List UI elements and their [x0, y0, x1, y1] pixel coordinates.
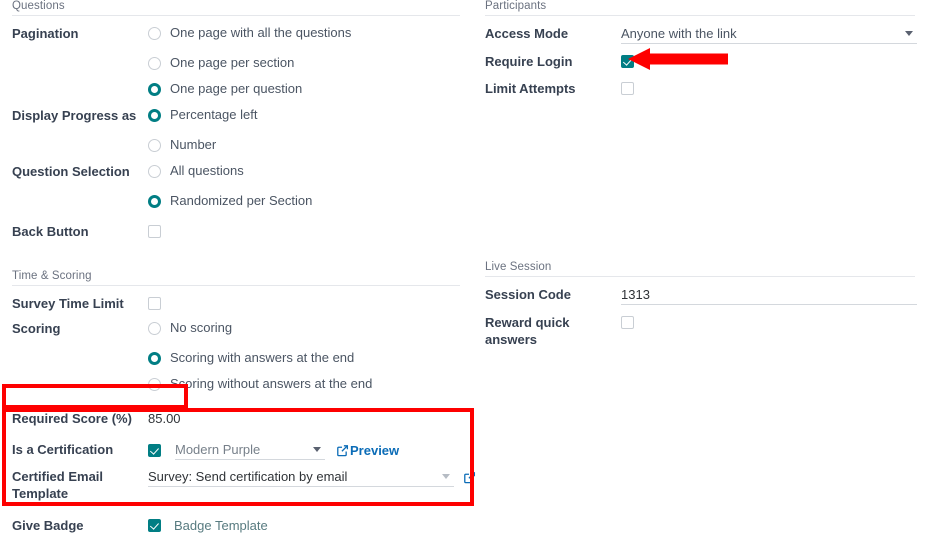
field-back-button: Back Button — [12, 222, 460, 248]
option-randomized-per-section: Randomized per Section — [12, 188, 460, 214]
option-scoring-without-answers: Scoring without answers at the end — [12, 371, 460, 397]
radio-label-randomized-per-section: Randomized per Section — [170, 193, 313, 208]
radio-randomized-per-section[interactable] — [148, 194, 161, 208]
badge-template-label[interactable]: Badge Template — [174, 518, 268, 533]
radio-label-scoring-without-answers-at-end: Scoring without answers at the end — [170, 376, 373, 391]
external-link-icon — [463, 471, 476, 484]
field-pagination: Pagination One page with all the questio… — [12, 24, 460, 50]
field-scoring: Scoring No scoring — [12, 319, 460, 345]
dropdown-certification-template[interactable]: Modern Purple — [175, 440, 325, 460]
option-one-page-per-question: One page per question — [12, 76, 460, 102]
radio-label-one-page-per-question: One page per question — [170, 81, 303, 96]
field-label-is-a-certification: Is a Certification — [12, 442, 114, 457]
radio-label-number: Number — [170, 137, 217, 152]
field-label-scoring: Scoring — [12, 321, 61, 336]
radio-all-questions[interactable] — [148, 164, 161, 178]
section-header-questions: Questions — [12, 0, 460, 16]
open-email-template-link[interactable] — [463, 471, 476, 484]
checkbox-is-a-certification[interactable] — [148, 443, 161, 457]
field-label-limit-attempts: Limit Attempts — [485, 81, 576, 96]
checkbox-give-badge[interactable] — [148, 518, 161, 532]
field-label-required-score: Required Score (%) — [12, 411, 132, 426]
field-label-display-progress: Display Progress as — [12, 108, 137, 123]
preview-link-label: Preview — [350, 442, 400, 458]
field-reward-quick-answers: Reward quick answers — [485, 313, 915, 348]
radio-no-scoring[interactable] — [148, 321, 161, 335]
radio-number[interactable] — [148, 138, 161, 152]
field-survey-time-limit: Survey Time Limit — [12, 294, 460, 316]
dropdown-access-mode[interactable]: Anyone with the link — [621, 24, 917, 44]
field-label-reward-quick-answers: Reward quick answers — [485, 315, 570, 347]
field-label-question-selection: Question Selection — [12, 164, 130, 179]
field-label-back-button: Back Button — [12, 224, 89, 239]
field-session-code: Session Code 1313 — [485, 285, 917, 307]
certified-email-template-value: Survey: Send certification by email — [148, 469, 348, 484]
radio-scoring-without-answers-at-end[interactable] — [148, 377, 161, 391]
dropdown-certified-email-template[interactable]: Survey: Send certification by email — [148, 467, 454, 487]
checkbox-limit-attempts[interactable] — [621, 81, 634, 95]
chevron-down-icon — [442, 474, 450, 479]
radio-percentage-left[interactable] — [148, 108, 161, 122]
option-scoring-with-answers: Scoring with answers at the end — [12, 345, 460, 371]
field-display-progress: Display Progress as Percentage left — [12, 106, 460, 132]
left-column: Questions Pagination One page with all t… — [12, 0, 476, 538]
field-label-give-badge: Give Badge — [12, 518, 84, 533]
field-label-survey-time-limit: Survey Time Limit — [12, 296, 124, 311]
checkbox-require-login[interactable] — [621, 54, 634, 68]
field-limit-attempts: Limit Attempts — [485, 79, 915, 101]
session-code-value: 1313 — [621, 287, 650, 302]
field-is-a-certification: Is a Certification Modern Purple Preview — [12, 440, 460, 462]
field-require-login: Require Login — [485, 52, 915, 74]
field-give-badge: Give Badge Badge Template — [12, 516, 460, 538]
certification-template-value: Modern Purple — [175, 442, 261, 457]
field-label-pagination: Pagination — [12, 26, 79, 41]
field-label-certified-email-template: Certified Email Template — [12, 469, 104, 501]
field-question-selection: Question Selection All questions — [12, 162, 460, 188]
survey-options-form: Questions Pagination One page with all t… — [0, 0, 930, 533]
right-column: Participants Access Mode Anyone with the… — [485, 0, 917, 348]
checkbox-back-button[interactable] — [148, 224, 161, 238]
field-label-session-code: Session Code — [485, 287, 571, 302]
field-label-access-mode: Access Mode — [485, 26, 569, 41]
radio-one-page-per-question[interactable] — [148, 82, 161, 96]
field-certified-email-template: Certified Email Template Survey: Send ce… — [12, 467, 476, 502]
external-link-icon — [336, 444, 349, 457]
option-one-page-per-section: One page per section — [12, 50, 460, 76]
chevron-down-icon — [313, 447, 321, 452]
required-score-value[interactable]: 85.00 — [148, 411, 181, 426]
radio-label-no-scoring: No scoring — [170, 320, 233, 335]
section-header-live-session: Live Session — [485, 261, 915, 277]
option-number: Number — [12, 132, 460, 158]
section-header-participants: Participants — [485, 0, 915, 16]
radio-label-all-questions: All questions — [170, 163, 244, 178]
field-access-mode: Access Mode Anyone with the link — [485, 24, 917, 46]
access-mode-value: Anyone with the link — [621, 26, 737, 41]
radio-label-one-page-per-section: One page per section — [170, 55, 295, 70]
field-required-score: Required Score (%) 85.00 — [12, 409, 460, 431]
radio-label-one-page-all-questions: One page with all the questions — [170, 25, 352, 40]
section-header-time-and-scoring: Time & Scoring — [12, 270, 460, 286]
radio-scoring-with-answers-at-end[interactable] — [148, 351, 161, 365]
radio-one-page-all-questions[interactable] — [148, 26, 161, 40]
field-label-require-login: Require Login — [485, 54, 573, 69]
radio-label-percentage-left: Percentage left — [170, 107, 258, 122]
checkbox-reward-quick-answers[interactable] — [621, 315, 634, 329]
radio-label-scoring-with-answers-at-end: Scoring with answers at the end — [170, 350, 355, 365]
preview-link[interactable]: Preview — [336, 443, 399, 458]
radio-one-page-per-section[interactable] — [148, 56, 161, 70]
input-session-code[interactable]: 1313 — [621, 285, 917, 305]
checkbox-survey-time-limit[interactable] — [148, 296, 161, 310]
chevron-down-icon — [905, 31, 913, 36]
